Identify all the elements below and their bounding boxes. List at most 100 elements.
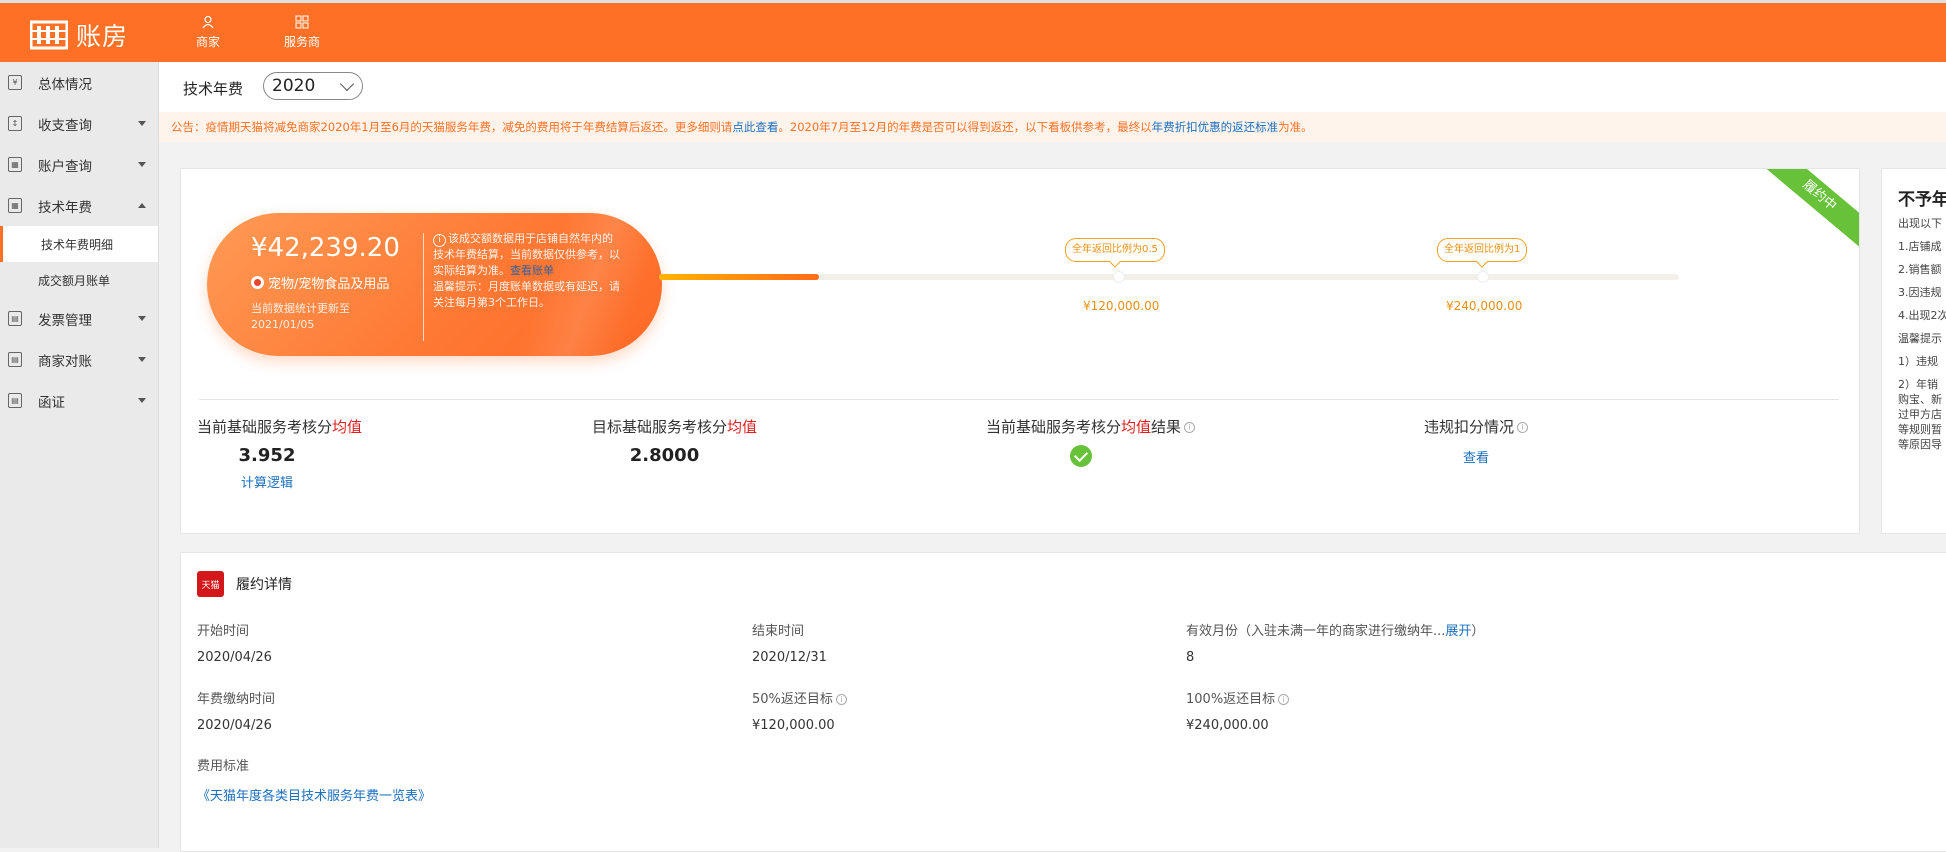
calc-icon: ▦ [8, 198, 22, 213]
chevron-down-icon [339, 76, 355, 92]
chevron-down-icon [138, 316, 146, 321]
metric-label: 当前基础服务考核分均值 [197, 418, 363, 436]
reminder-text: 温馨提示：月度账单数据或有延迟，请关注每月第3个工作日。 [433, 280, 620, 309]
filter-bar: 技术年费 2020 [159, 62, 1946, 112]
field-label: 50%返还目标 i [752, 688, 847, 707]
gmv-info: i 该成交额数据用于店铺自然年内的技术年费结算，当前数据仅供参考，以实际结算为准。… [433, 231, 623, 311]
chevron-down-icon [138, 357, 146, 362]
fee-standard-link[interactable]: 《天猫年度各类目技术服务年费一览表》 [197, 785, 431, 804]
gmv-amount: ¥42,239.20 [251, 233, 400, 263]
update-info: 当前数据统计更新至 2021/01/05 [251, 301, 350, 333]
topnav-service-provider[interactable]: 服务商 [272, 15, 332, 50]
milestone-node [1113, 271, 1125, 283]
rule-line: 1）违规 [1898, 355, 1938, 368]
year-select[interactable]: 2020 [263, 72, 363, 100]
sidebar-item-reconcile[interactable]: ▤ 商家对账 [0, 339, 158, 380]
field-label: 有效月份（入驻未满一年的商家进行缴纳年...展开） [1186, 624, 1485, 639]
rule-line: 出现以下 [1898, 217, 1942, 230]
topnav-merchant[interactable]: 商家 [178, 15, 238, 50]
update-date: 2021/01/05 [251, 318, 315, 331]
metric-target-score: 目标基础服务考核分均值 2.8000 [592, 416, 757, 466]
sidebar-item-income-expense[interactable]: ↕ 收支查询 [0, 103, 158, 144]
progress-track [659, 274, 1679, 280]
sidebar-item-label: 技术年费 [38, 199, 92, 216]
topnav-label: 服务商 [283, 35, 320, 49]
tmall-logo: 天猫 [197, 571, 224, 597]
sidebar-item-label: 函证 [38, 394, 65, 411]
sidebar-item-overview[interactable]: ¥ 总体情况 [0, 62, 158, 103]
logo-text: 账房 [76, 22, 129, 51]
expand-link[interactable]: 展开 [1445, 624, 1471, 639]
no-refund-rules-card: 不予年 出现以下 1.店铺成 2.销售额 3.因违规 4.出现2次 温馨提示 1… [1881, 168, 1946, 534]
rule-line: 购宝、新 [1898, 393, 1942, 406]
topnav-label: 商家 [195, 35, 220, 49]
sidebar-item-tech-fee[interactable]: ▦ 技术年费 [0, 185, 158, 226]
help-icon[interactable]: i [835, 694, 847, 705]
rule-line: 4.出现2次 [1898, 309, 1946, 322]
sidebar-item-label: 总体情况 [38, 76, 92, 93]
rule-line: 1.店铺成 [1898, 240, 1942, 253]
sidebar-item-label: 商家对账 [38, 353, 92, 370]
gmv-summary-pill: ¥42,239.20 宠物/宠物食品及用品 当前数据统计更新至 2021/01/… [207, 213, 662, 356]
help-icon[interactable]: i [1517, 422, 1528, 433]
notice-text: 公告：疫情期天猫将减免商家2020年1月至6月的天猫服务年费，减免的费用将于年费… [171, 120, 733, 134]
sidebar: ¥ 总体情况 ↕ 收支查询 ▦ 账户查询 ▦ 技术年费 技术年费明细 成交额月账… [0, 62, 159, 848]
milestone-amount: ¥120,000.00 [1083, 299, 1160, 313]
update-label: 当前数据统计更新至 [251, 302, 350, 315]
sidebar-item-letter[interactable]: ▤ 函证 [0, 380, 158, 421]
status-ribbon: 履约中 [1757, 169, 1859, 251]
help-icon[interactable]: i [1184, 422, 1196, 433]
metric-current-score: 当前基础服务考核分均值 3.952 计算逻辑 [197, 416, 363, 491]
sidebar-item-label: 账户查询 [38, 158, 92, 175]
field-label: 年费缴纳时间 [197, 692, 276, 707]
invoice-icon: ▤ [8, 311, 22, 326]
fee-overview-card: ¥42,239.20 宠物/宠物食品及用品 当前数据统计更新至 2021/01/… [180, 168, 1860, 534]
rule-line: 3.因违规 [1898, 286, 1942, 299]
filter-label: 技术年费 [183, 80, 244, 98]
notice-link-details[interactable]: 点此查看 [732, 120, 778, 134]
info-icon: i [433, 234, 446, 247]
category-text: 宠物/宠物食品及用品 [268, 277, 390, 292]
milestone-tag: 全年返回比例为1 [1437, 238, 1528, 262]
chevron-down-icon [138, 162, 146, 167]
field-label: 100%返还目标 i [1186, 688, 1290, 707]
top-bar: 账房 商家 服务商 [0, 0, 1946, 62]
card-header: 天猫 履约详情 [197, 571, 292, 597]
notice-banner: 公告：疫情期天猫将减免商家2020年1月至6月的天猫服务年费，减免的费用将于年费… [159, 112, 1946, 142]
rule-line: 过甲方店 [1898, 408, 1942, 421]
yen-icon: ¥ [8, 75, 22, 90]
sidebar-subitem-label: 技术年费明细 [41, 237, 114, 252]
sidebar-subitem-monthly-bill[interactable]: 成交额月账单 [0, 262, 158, 298]
divider [423, 233, 424, 341]
metric-label: 违规扣分情况 i [1421, 416, 1531, 437]
grid-icon [295, 15, 309, 29]
letter-icon: ▤ [8, 393, 22, 408]
metric-value: 2.8000 [629, 445, 700, 466]
metric-label: 当前基础服务考核分均值结果 i [986, 416, 1196, 437]
field-value: 8 [1186, 650, 1195, 665]
category-icon [251, 276, 264, 289]
help-icon[interactable]: i [1278, 694, 1290, 705]
field-value: ¥120,000.00 [752, 718, 835, 733]
metric-score-result: 当前基础服务考核分均值结果 i [986, 416, 1196, 467]
divider [199, 399, 1839, 400]
field-label: 费用标准 [197, 759, 250, 774]
sidebar-item-account[interactable]: ▦ 账户查询 [0, 144, 158, 185]
view-bill-link[interactable]: 查看账单 [510, 264, 554, 277]
doc-icon: ↕ [8, 116, 22, 131]
milestone-tag: 全年返回比例为0.5 [1065, 238, 1165, 262]
rule-line: 2）年销 [1898, 378, 1938, 391]
sidebar-subitem-tech-fee-detail[interactable]: 技术年费明细 [0, 226, 158, 262]
sidebar-item-invoice[interactable]: ▤ 发票管理 [0, 298, 158, 339]
notice-text: 为准。 [1278, 120, 1313, 134]
calc-logic-link[interactable]: 计算逻辑 [197, 472, 337, 491]
notice-text: 。2020年7月至12月的年费是否可以得到返还，以下看板供参考，最终以 [778, 120, 1152, 134]
rule-line: 2.销售额 [1898, 263, 1942, 276]
view-violation-link[interactable]: 查看 [1421, 447, 1531, 466]
notice-link-standard[interactable]: 年费折扣优惠的返还标准 [1152, 120, 1279, 134]
chevron-down-icon [138, 121, 146, 126]
app-logo[interactable]: 账房 [29, 17, 129, 53]
field-value: 2020/04/26 [197, 650, 272, 665]
rule-line: 温馨提示 [1898, 332, 1942, 345]
abacus-icon [29, 20, 69, 50]
